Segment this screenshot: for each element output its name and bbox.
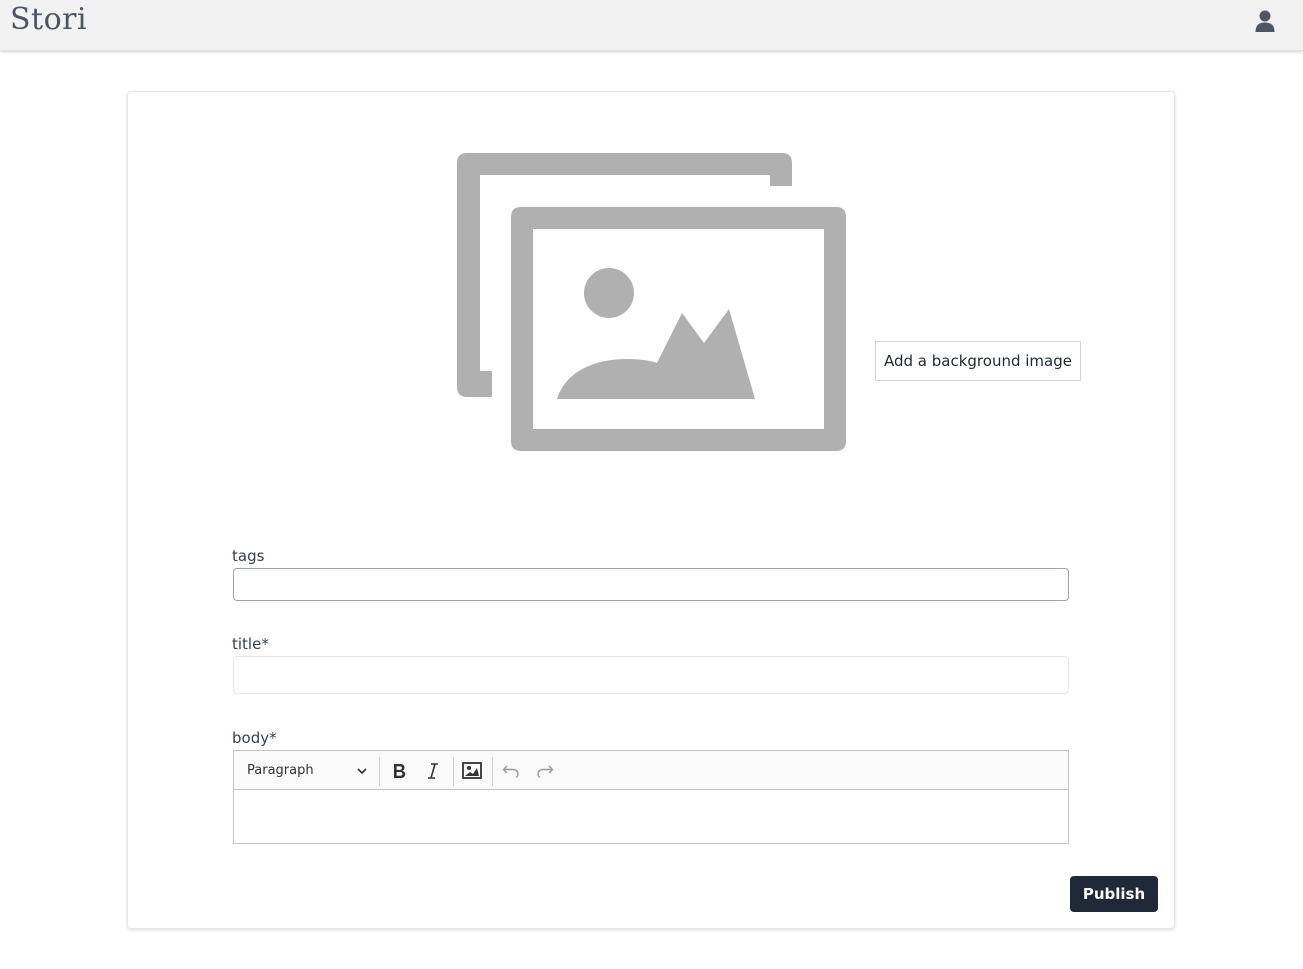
body-label: body* [232, 729, 277, 747]
chevron-down-icon [357, 768, 367, 775]
user-icon[interactable] [1254, 9, 1276, 33]
top-navbar: Stori [0, 0, 1303, 51]
toolbar-separator [492, 757, 493, 786]
bold-button[interactable] [384, 756, 414, 785]
tags-input[interactable] [233, 568, 1069, 601]
body-rich-text-editor: Paragraph [233, 750, 1069, 844]
insert-image-icon [462, 762, 482, 779]
redo-icon [537, 765, 554, 778]
undo-icon [502, 765, 519, 778]
undo-button[interactable] [496, 756, 526, 785]
heading-dropdown[interactable]: Paragraph [236, 756, 374, 785]
story-editor-card: Add a background image tags title* body*… [127, 91, 1175, 929]
redo-button[interactable] [530, 756, 560, 785]
toolbar-separator [453, 757, 454, 786]
publish-button[interactable]: Publish [1070, 876, 1158, 912]
images-placeholder-icon [457, 153, 846, 451]
heading-dropdown-value: Paragraph [247, 763, 314, 778]
tags-label: tags [232, 547, 265, 565]
add-background-image-button[interactable]: Add a background image [875, 341, 1081, 381]
italic-icon [428, 762, 438, 779]
editor-toolbar: Paragraph [234, 751, 1068, 790]
brand-logo[interactable]: Stori [10, 2, 87, 37]
title-input[interactable] [233, 656, 1069, 694]
bold-icon [394, 763, 406, 778]
insert-image-button[interactable] [457, 756, 487, 785]
editor-content-area[interactable] [234, 790, 1068, 843]
italic-button[interactable] [418, 756, 448, 785]
background-image-placeholder[interactable]: Add a background image [457, 151, 1081, 454]
toolbar-separator [379, 757, 380, 786]
title-label: title* [232, 635, 269, 653]
